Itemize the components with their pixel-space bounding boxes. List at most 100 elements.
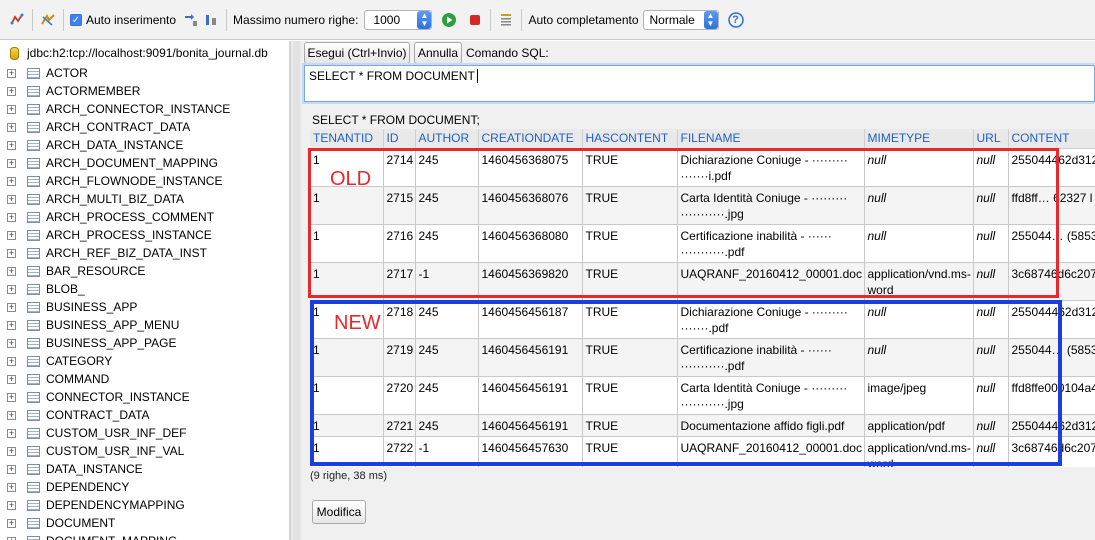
rollback-icon[interactable]: [182, 11, 200, 29]
expand-icon[interactable]: +: [7, 536, 16, 540]
cell-hascontent[interactable]: TRUE: [582, 148, 678, 187]
tree-item-table[interactable]: + CONTRACT_DATA: [7, 406, 287, 424]
cancel-button[interactable]: Annulla: [414, 42, 462, 64]
tree-item-table[interactable]: + BLOB_: [7, 280, 287, 298]
cell-hascontent[interactable]: TRUE: [582, 436, 678, 467]
cell-tenantid[interactable]: 1: [310, 186, 384, 225]
splitter[interactable]: [290, 41, 302, 540]
tree-item-table[interactable]: + CATEGORY: [7, 352, 287, 370]
cell-content[interactable]: ffd8ffe000104a4: [1008, 376, 1095, 415]
help-icon[interactable]: ?: [727, 11, 745, 29]
tree-item-table[interactable]: + ACTOR: [7, 64, 287, 82]
expand-icon[interactable]: +: [7, 338, 16, 348]
cell-tenantid[interactable]: 1: [310, 262, 384, 301]
auto-insert-checkbox[interactable]: ✓: [70, 13, 82, 26]
expand-icon[interactable]: +: [7, 374, 16, 384]
max-rows-stepper[interactable]: ▲ ▼: [417, 10, 432, 29]
expand-icon[interactable]: +: [7, 320, 16, 330]
cell-mimetype[interactable]: null: [864, 338, 974, 377]
table-row[interactable]: 1 2719 245 1460456456191 TRUE Certificazione …: [310, 338, 1095, 377]
cell-url[interactable]: null: [973, 300, 1009, 339]
table-row[interactable]: 1 2721 245 1460456456191 TRUE Documentazione …: [310, 414, 1095, 437]
cell-tenantid[interactable]: 1: [310, 338, 384, 377]
expand-icon[interactable]: +: [7, 230, 16, 240]
expand-icon[interactable]: +: [7, 140, 16, 150]
cell-id[interactable]: 2721: [383, 414, 416, 437]
tree-item-table[interactable]: + DEPENDENCYMAPPING: [7, 496, 287, 514]
cell-creationdate[interactable]: 1460456456187: [478, 300, 583, 339]
cell-id[interactable]: 2714: [383, 148, 416, 187]
cell-id[interactable]: 2720: [383, 376, 416, 415]
cell-url[interactable]: null: [973, 376, 1009, 415]
cell-hascontent[interactable]: TRUE: [582, 414, 678, 437]
expand-icon[interactable]: +: [7, 482, 16, 492]
cell-url[interactable]: null: [973, 224, 1009, 263]
expand-icon[interactable]: +: [7, 392, 16, 402]
column-header[interactable]: URL: [973, 129, 1009, 149]
expand-icon[interactable]: +: [7, 446, 16, 456]
table-row[interactable]: 1 2722 -1 1460456457630 TRUE UAQRANF_20160412…: [310, 436, 1095, 467]
cell-mimetype[interactable]: application/vnd.ms-word: [864, 262, 974, 301]
cell-id[interactable]: 2719: [383, 338, 416, 377]
stop-icon[interactable]: [466, 11, 484, 29]
tree-item-table[interactable]: + CUSTOM_USR_INF_VAL: [7, 442, 287, 460]
table-row[interactable]: 1 2720 245 1460456456191 TRUE Carta Identità …: [310, 376, 1095, 415]
cell-creationdate[interactable]: 1460456368075: [478, 148, 583, 187]
expand-icon[interactable]: +: [7, 86, 16, 96]
cell-hascontent[interactable]: TRUE: [582, 262, 678, 301]
cell-content[interactable]: 255044462d312: [1008, 148, 1095, 187]
cell-url[interactable]: null: [973, 148, 1009, 187]
cell-url[interactable]: null: [973, 338, 1009, 377]
auto-commit-icon[interactable]: [39, 11, 57, 29]
expand-icon[interactable]: +: [7, 68, 16, 78]
cell-id[interactable]: 2715: [383, 186, 416, 225]
column-header[interactable]: TENANTID: [310, 129, 384, 149]
cell-creationdate[interactable]: 1460456368080: [478, 224, 583, 263]
cell-url[interactable]: null: [973, 186, 1009, 225]
cell-mimetype[interactable]: null: [864, 148, 974, 187]
sql-input[interactable]: SELECT * FROM DOCUMENT: [304, 65, 1095, 102]
column-header[interactable]: ID: [383, 129, 416, 149]
expand-icon[interactable]: +: [7, 194, 16, 204]
cell-tenantid[interactable]: 1: [310, 414, 384, 437]
cell-author[interactable]: 245: [415, 338, 479, 377]
cell-content[interactable]: 3c68746d6c207: [1008, 436, 1095, 467]
cell-author[interactable]: 245: [415, 376, 479, 415]
cell-tenantid[interactable]: 1: [310, 436, 384, 467]
table-row[interactable]: 1 2718 245 1460456456187 TRUE Dichiarazione C…: [310, 300, 1095, 339]
cell-hascontent[interactable]: TRUE: [582, 338, 678, 377]
tree-item-table[interactable]: + ACTORMEMBER: [7, 82, 287, 100]
expand-icon[interactable]: +: [7, 464, 16, 474]
result-grid[interactable]: TENANTID ID AUTHOR CREATIONDATE HASCONTENT FI…: [310, 129, 1095, 467]
cell-author[interactable]: 245: [415, 186, 479, 225]
cell-hascontent[interactable]: TRUE: [582, 376, 678, 415]
cell-filename[interactable]: Dichiarazione Coniuge - ········· ······…: [677, 148, 865, 187]
tree-item-table[interactable]: + ARCH_FLOWNODE_INSTANCE: [7, 172, 287, 190]
tree-item-table[interactable]: + BUSINESS_APP: [7, 298, 287, 316]
cell-creationdate[interactable]: 1460456368076: [478, 186, 583, 225]
tree-item-table[interactable]: + ARCH_PROCESS_COMMENT: [7, 208, 287, 226]
cell-filename[interactable]: Dichiarazione Coniuge - ········· ······…: [677, 300, 865, 339]
cell-author[interactable]: -1: [415, 262, 479, 301]
cell-id[interactable]: 2717: [383, 262, 416, 301]
cell-filename[interactable]: Documentazione affido figli.pdf: [677, 414, 865, 437]
cell-mimetype[interactable]: null: [864, 186, 974, 225]
column-header[interactable]: CONTENT: [1008, 129, 1095, 149]
tree-item-table[interactable]: + ARCH_PROCESS_INSTANCE: [7, 226, 287, 244]
tree-item-table[interactable]: + ARCH_MULTI_BIZ_DATA: [7, 190, 287, 208]
expand-icon[interactable]: +: [7, 176, 16, 186]
cell-creationdate[interactable]: 1460456456191: [478, 414, 583, 437]
cell-hascontent[interactable]: TRUE: [582, 224, 678, 263]
expand-icon[interactable]: +: [7, 248, 16, 258]
expand-icon[interactable]: +: [7, 518, 16, 528]
run-icon[interactable]: [440, 11, 458, 29]
column-header[interactable]: AUTHOR: [415, 129, 479, 149]
cell-mimetype[interactable]: null: [864, 224, 974, 263]
cell-filename[interactable]: Carta Identità Coniuge - ········· ·····…: [677, 186, 865, 225]
cell-author[interactable]: 245: [415, 224, 479, 263]
cell-hascontent[interactable]: TRUE: [582, 300, 678, 339]
tree-item-table[interactable]: + DATA_INSTANCE: [7, 460, 287, 478]
cell-content[interactable]: 3c68746d6c207: [1008, 262, 1095, 301]
cell-creationdate[interactable]: 1460456457630: [478, 436, 583, 467]
tree-item-table[interactable]: + DOCUMENT_MAPPING: [7, 532, 287, 540]
